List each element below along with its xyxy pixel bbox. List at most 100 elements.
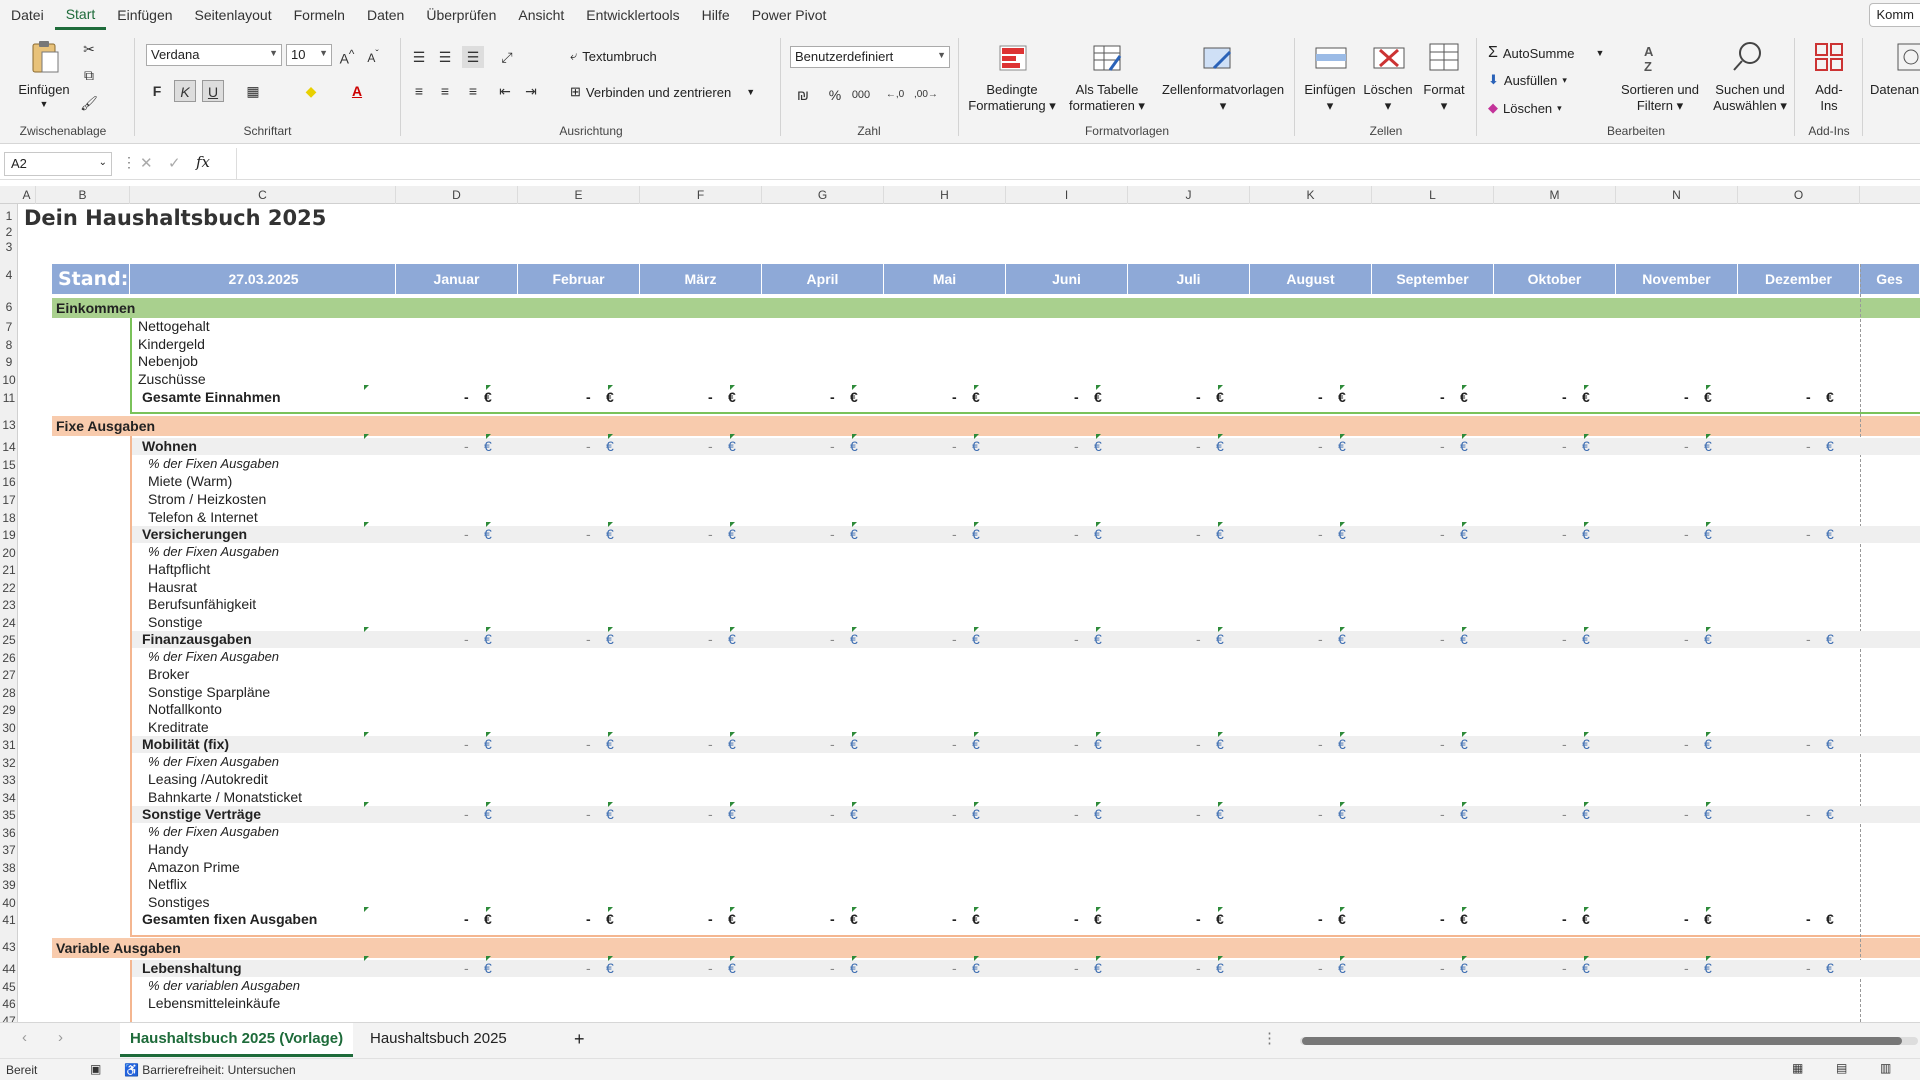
row-header[interactable]: 11 — [0, 391, 17, 405]
menu-einfügen[interactable]: Einfügen — [106, 0, 183, 30]
cell-value[interactable]: - — [1074, 736, 1079, 752]
cancel-icon[interactable]: ✕ — [140, 154, 153, 172]
row-header[interactable]: 13 — [0, 418, 17, 432]
cell-value[interactable]: - — [464, 389, 469, 405]
menu-datei[interactable]: Datei — [0, 0, 55, 30]
cell-value[interactable]: - — [1806, 736, 1811, 752]
cell-value[interactable]: - — [1684, 526, 1689, 542]
row-header[interactable]: 43 — [0, 940, 17, 954]
column-header-m[interactable]: M — [1494, 186, 1616, 204]
insert-cells-button[interactable]: Einfügen ▾ — [1298, 82, 1362, 114]
grow-font-icon[interactable]: A^ — [336, 44, 358, 67]
copy-icon[interactable]: ⧉ — [78, 64, 100, 86]
row-label[interactable]: Kreditrate — [148, 719, 209, 735]
tab-haushaltsbuch[interactable]: Haushaltsbuch 2025 — [360, 1023, 517, 1057]
row-label[interactable]: Zuschüsse — [138, 371, 206, 387]
conditional-format-button[interactable]: Bedingte Formatierung ▾ — [962, 82, 1062, 114]
row-header[interactable]: 9 — [0, 355, 17, 369]
tab-options-icon[interactable]: ⋮ — [1262, 1029, 1277, 1047]
macro-icon[interactable]: ▣ — [90, 1062, 101, 1076]
shrink-font-icon[interactable]: Aˇ — [362, 44, 384, 66]
formula-input[interactable] — [236, 148, 1920, 180]
cell-value[interactable]: - — [830, 631, 835, 647]
row-header[interactable]: 32 — [0, 756, 17, 770]
row-label[interactable]: Gesamten fixen Ausgaben — [142, 911, 317, 927]
row-header[interactable]: 35 — [0, 808, 17, 822]
cell-value[interactable]: - — [1684, 960, 1689, 976]
font-color-icon[interactable]: A — [346, 80, 368, 102]
cell-value[interactable]: - — [1318, 438, 1323, 454]
row-label[interactable]: % der Fixen Ausgaben — [148, 754, 279, 769]
row-header[interactable]: 6 — [0, 300, 17, 314]
cell-value[interactable]: - — [464, 806, 469, 822]
cell-value[interactable]: - — [586, 526, 591, 542]
row-label[interactable]: Lebenshaltung — [142, 960, 242, 976]
row-header[interactable]: 16 — [0, 475, 17, 489]
cell-value[interactable]: - — [1318, 526, 1323, 542]
underline-button[interactable]: U — [202, 80, 224, 102]
cell-value[interactable]: - — [1196, 911, 1201, 927]
cell-value[interactable]: - — [1684, 911, 1689, 927]
comma-icon[interactable]: 000 — [850, 84, 872, 106]
cell-value[interactable]: - — [708, 736, 713, 752]
menu-seitenlayout[interactable]: Seitenlayout — [184, 0, 283, 30]
cell-value[interactable]: - — [1806, 806, 1811, 822]
cell-value[interactable]: - — [464, 736, 469, 752]
align-bottom-icon[interactable]: ☰ — [462, 46, 484, 68]
italic-button[interactable]: K — [174, 80, 196, 102]
row-header[interactable]: 17 — [0, 493, 17, 507]
cell-value[interactable]: - — [1684, 631, 1689, 647]
cell-value[interactable]: - — [464, 960, 469, 976]
cell-value[interactable]: - — [464, 631, 469, 647]
cell-value[interactable]: - — [1562, 389, 1567, 405]
accounting-icon[interactable]: ₪ — [792, 84, 814, 106]
cell-value[interactable]: - — [1684, 438, 1689, 454]
normal-view-icon[interactable]: ▦ — [1792, 1061, 1803, 1075]
cell-value[interactable]: - — [464, 438, 469, 454]
cell-value[interactable]: - — [1196, 631, 1201, 647]
menu-überprüfen[interactable]: Überprüfen — [415, 0, 507, 30]
row-label[interactable]: Gesamte Einnahmen — [142, 389, 281, 405]
horizontal-scrollbar[interactable] — [1300, 1037, 1918, 1045]
column-header-i[interactable]: I — [1006, 186, 1128, 204]
row-header[interactable]: 46 — [0, 997, 17, 1011]
column-header-c[interactable]: C — [130, 186, 396, 204]
cell-value[interactable]: - — [1318, 911, 1323, 927]
align-right-icon[interactable]: ≡ — [462, 80, 484, 102]
cell-value[interactable]: - — [1074, 911, 1079, 927]
cell-value[interactable]: - — [1074, 960, 1079, 976]
row-header[interactable]: 18 — [0, 511, 17, 525]
column-header-a[interactable]: A — [18, 186, 36, 204]
cell-value[interactable]: - — [1318, 806, 1323, 822]
row-label[interactable]: Strom / Heizkosten — [148, 491, 266, 507]
row-label[interactable]: Notfallkonto — [148, 701, 222, 717]
row-label[interactable]: Lebensmitteleinkäufe — [148, 995, 280, 1011]
menu-powerpivot[interactable]: Power Pivot — [741, 0, 838, 30]
add-sheet-button[interactable]: + — [564, 1023, 595, 1057]
row-label[interactable]: Netflix — [148, 876, 187, 892]
cell-value[interactable]: - — [586, 389, 591, 405]
fill-button[interactable]: ⬇ Ausfüllen ▾ — [1488, 72, 1567, 88]
cell-value[interactable]: - — [708, 631, 713, 647]
cell-value[interactable]: - — [1318, 389, 1323, 405]
column-header-k[interactable]: K — [1250, 186, 1372, 204]
row-header[interactable]: 19 — [0, 528, 17, 542]
orientation-icon[interactable]: ⤢ — [496, 46, 518, 68]
decrease-decimal-icon[interactable]: ,00→ — [914, 84, 938, 106]
row-header[interactable]: 14 — [0, 440, 17, 454]
cell-value[interactable]: - — [1196, 438, 1201, 454]
menu-formeln[interactable]: Formeln — [283, 0, 356, 30]
cell-value[interactable]: - — [1562, 438, 1567, 454]
row-label[interactable]: % der Fixen Ausgaben — [148, 544, 279, 559]
cell-value[interactable]: - — [1562, 960, 1567, 976]
cell-value[interactable]: - — [952, 736, 957, 752]
cell-value[interactable]: - — [1074, 438, 1079, 454]
cell-value[interactable]: - — [952, 631, 957, 647]
cell-value[interactable]: - — [1318, 631, 1323, 647]
row-label[interactable]: Finanzausgaben — [142, 631, 252, 647]
menu-hilfe[interactable]: Hilfe — [691, 0, 741, 30]
cell-value[interactable]: - — [1074, 526, 1079, 542]
cell-value[interactable]: - — [1196, 960, 1201, 976]
row-header[interactable]: 24 — [0, 616, 17, 630]
row-header[interactable]: 38 — [0, 861, 17, 875]
